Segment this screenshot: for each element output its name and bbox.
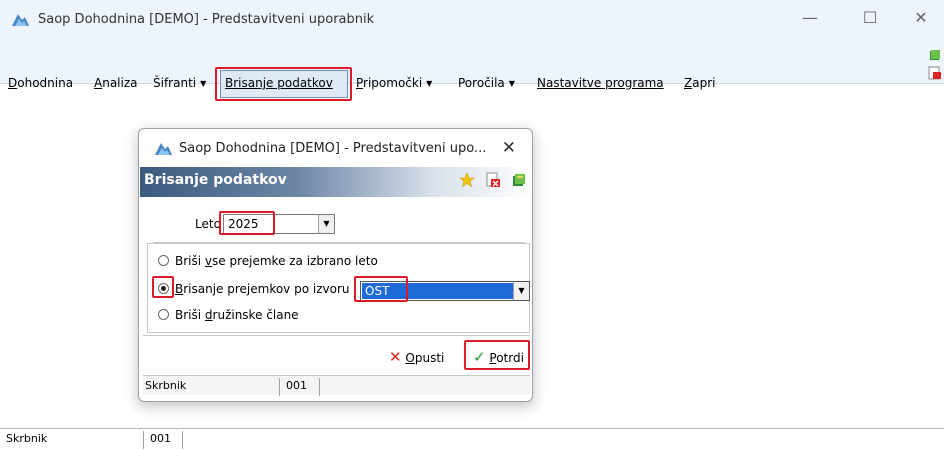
menu-sifranti[interactable]: Šifranti ▼ [153, 76, 206, 90]
star-icon[interactable] [459, 172, 475, 188]
radio-button[interactable] [158, 255, 169, 266]
exit-book-icon[interactable] [928, 48, 942, 62]
delete-options-group: Briši vse prejemke za izbrano leto Brisa… [147, 243, 530, 333]
year-highlight-box [219, 211, 275, 235]
dialog-title: Saop Dohodnina [DEMO] - Predstavitveni u… [179, 141, 487, 156]
chevron-down-icon: ▼ [200, 79, 207, 88]
status-divider [319, 378, 320, 396]
minimize-button[interactable]: — [795, 8, 825, 27]
close-icon: ✕ [389, 348, 402, 366]
delete-doc-icon[interactable] [485, 172, 501, 188]
chevron-down-icon[interactable]: ▼ [318, 215, 334, 233]
chevron-down-icon: ▼ [426, 79, 433, 88]
dialog-status-code: 001 [286, 379, 307, 392]
year-label: Leto [195, 217, 221, 231]
menu-pripomocki[interactable]: Pripomočki ▼ [356, 76, 432, 90]
exit-book-icon[interactable] [511, 172, 527, 188]
option-delete-by-source[interactable]: Brisanje prejemkov po izvoru [158, 282, 350, 296]
menu-analiza[interactable]: Analiza [94, 76, 138, 90]
chevron-down-icon: ▼ [508, 79, 515, 88]
main-title-bar: Saop Dohodnina [DEMO] - Predstavitveni u… [0, 0, 944, 42]
status-user: Skrbnik [6, 432, 48, 445]
menu-porocila[interactable]: Poročila ▼ [458, 76, 515, 90]
status-divider [143, 431, 144, 449]
menu-zapri[interactable]: Zapri [684, 76, 715, 90]
status-divider [182, 431, 183, 449]
confirm-highlight-box [464, 340, 530, 370]
saop-app-icon [12, 14, 29, 26]
option-delete-all-year[interactable]: Briši vse prejemke za izbrano leto [158, 254, 378, 268]
dialog-title-bar: Saop Dohodnina [DEMO] - Predstavitveni u… [139, 129, 532, 167]
dialog-status-bar: Skrbnik 001 [143, 375, 530, 396]
chevron-down-icon[interactable]: ▼ [513, 282, 529, 300]
menu-nastavitve-programa[interactable]: Nastavitve programa [537, 76, 664, 90]
close-button[interactable]: ✕ [906, 8, 936, 27]
maximize-button[interactable]: ☐ [855, 8, 885, 27]
delete-data-dialog: Saop Dohodnina [DEMO] - Predstavitveni u… [138, 128, 533, 402]
dialog-close-button[interactable]: ✕ [502, 138, 516, 158]
cancel-button[interactable]: ✕ Opusti [389, 348, 444, 366]
menu-brisanje-podatkov[interactable]: Brisanje podatkov [225, 76, 333, 90]
dialog-status-user: Skrbnik [145, 379, 187, 392]
dialog-header: Brisanje podatkov [140, 167, 531, 197]
status-code: 001 [150, 432, 171, 445]
radio-highlight-box [152, 276, 174, 298]
menu-dohodnina[interactable]: Dohodnina [8, 76, 73, 90]
status-divider [279, 378, 280, 396]
source-highlight-box [354, 276, 408, 302]
window-title: Saop Dohodnina [DEMO] - Predstavitveni u… [38, 12, 375, 27]
radio-button[interactable] [158, 309, 169, 320]
year-group: Leto 2025 ▼ [153, 207, 525, 243]
saop-app-icon [155, 143, 172, 155]
dialog-footer: ✕ Opusti ✓ Potrdi [143, 335, 530, 373]
delete-doc-icon[interactable] [928, 66, 942, 80]
option-delete-family[interactable]: Briši družinske člane [158, 308, 299, 322]
status-bar: Skrbnik 001 [0, 428, 944, 450]
dialog-header-title: Brisanje podatkov [144, 172, 287, 188]
